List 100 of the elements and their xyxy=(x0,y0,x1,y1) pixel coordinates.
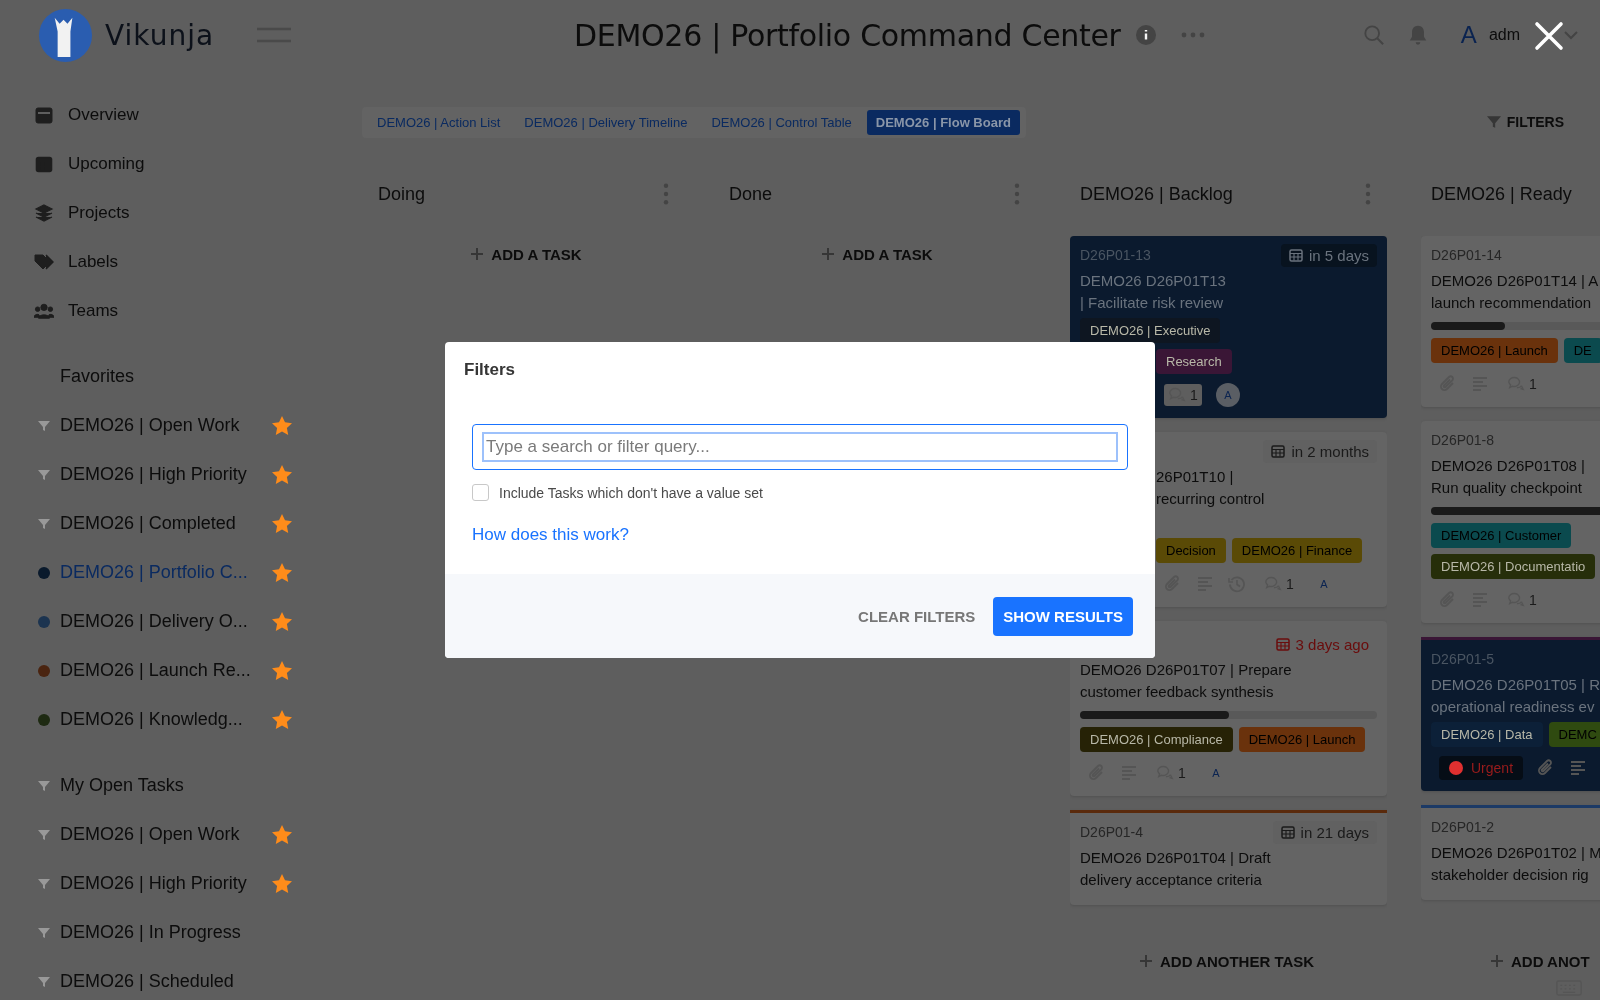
task-label: DEMC xyxy=(1548,722,1600,747)
sidebar-item[interactable]: DEMO26 | Scheduled xyxy=(0,957,340,1000)
nav-item[interactable]: Upcoming xyxy=(0,139,340,188)
sidebar-item[interactable]: DEMO26 | High Priority xyxy=(0,450,340,499)
sidebar-item[interactable]: DEMO26 | Launch Re... xyxy=(0,646,340,695)
add-task-button[interactable]: ADD ANOT xyxy=(1421,946,1600,976)
view-tab[interactable]: DEMO26 | Control Table xyxy=(702,109,861,135)
column-title[interactable]: Doing xyxy=(378,183,426,205)
section-title[interactable]: My Open Tasks xyxy=(60,775,184,796)
task-label: DEMO26 | Documentatio xyxy=(1431,554,1596,579)
comment-count: 1 xyxy=(1260,573,1298,595)
due-date: 3 days ago xyxy=(1267,632,1377,656)
plus-icon xyxy=(822,248,835,260)
task-label: DEMO26 | Data xyxy=(1431,722,1543,747)
star-icon[interactable] xyxy=(272,416,292,435)
brand-name: Vikunja xyxy=(105,18,215,52)
add-task-button[interactable]: ADD A TASK xyxy=(719,239,1036,269)
column-menu-icon[interactable] xyxy=(1365,183,1371,205)
help-link[interactable]: How does this work? xyxy=(472,525,629,545)
column-title[interactable]: Done xyxy=(729,183,773,205)
task-id: D26P01-4 xyxy=(1080,824,1144,840)
sidebar-item[interactable]: DEMO26 | Knowledg... xyxy=(0,695,340,744)
task-id: D26P01-2 xyxy=(1431,819,1495,835)
search-icon[interactable] xyxy=(1362,24,1385,46)
sidebar-item[interactable]: DEMO26 | Open Work xyxy=(0,810,340,859)
view-tab[interactable]: DEMO26 | Flow Board xyxy=(866,109,1020,135)
filter-icon xyxy=(1486,116,1501,128)
star-icon[interactable] xyxy=(272,874,292,893)
task-card[interactable]: D26P01-4 in 21 days DEMO26 D26P01T04 | Draft delivery acceptance criteria xyxy=(1070,810,1387,905)
task-label: DEMO26 | Executive xyxy=(1080,318,1221,343)
nav-item[interactable]: Labels xyxy=(0,237,340,286)
layers-icon xyxy=(34,203,54,222)
sidebar-item[interactable]: DEMO26 | High Priority xyxy=(0,859,340,908)
nav-item[interactable]: Overview xyxy=(0,90,340,139)
comment-count: 1 xyxy=(1503,589,1541,611)
close-icon[interactable] xyxy=(1534,21,1564,51)
filter-icon xyxy=(38,829,50,840)
logo-icon[interactable] xyxy=(38,7,93,63)
star-icon[interactable] xyxy=(272,465,292,484)
filter-icon xyxy=(38,976,50,987)
plus-icon xyxy=(471,248,484,260)
column-title[interactable]: DEMO26 | Backlog xyxy=(1080,183,1233,205)
checkbox[interactable] xyxy=(472,484,489,501)
add-task-button[interactable]: ADD A TASK xyxy=(368,239,685,269)
task-label: Research xyxy=(1156,349,1232,374)
task-title: DEMO26 D26P01T14 | A launch recommendation xyxy=(1431,271,1600,313)
task-title: DEMO26 D26P01T08 | Run quality checkpoint xyxy=(1431,456,1586,498)
sidebar-item[interactable]: DEMO26 | Delivery O... xyxy=(0,597,340,646)
add-task-button[interactable]: ADD ANOTHER TASK xyxy=(1070,946,1387,976)
view-tab[interactable]: DEMO26 | Delivery Timeline xyxy=(515,109,697,135)
task-title: DEMO26 D26P01T13 | Facilitate risk review xyxy=(1080,271,1227,313)
assignee-avatar: A xyxy=(1215,383,1240,407)
info-icon[interactable] xyxy=(1134,24,1157,46)
task-title: DEMO26 D26P01T02 | M stakeholder decision rig xyxy=(1431,843,1600,885)
checkbox-label[interactable]: Include Tasks which don't have a value set xyxy=(499,484,763,501)
filter-icon xyxy=(38,780,50,791)
sidebar-item[interactable]: DEMO26 | In Progress xyxy=(0,908,340,957)
nav-item[interactable]: Projects xyxy=(0,188,340,237)
sidebar-item[interactable]: DEMO26 | Portfolio C... xyxy=(0,548,340,597)
star-icon[interactable] xyxy=(272,514,292,533)
star-icon[interactable] xyxy=(272,710,292,729)
nav-item[interactable]: Teams xyxy=(0,286,340,335)
star-icon[interactable] xyxy=(272,825,292,844)
task-card[interactable]: 3 days ago DEMO26 D26P01T07 | Prepare customer feedback synthesis DEMO26 | Compliance DEMO26 | Launch 1 A xyxy=(1070,621,1387,796)
filter-icon xyxy=(38,878,50,889)
column-menu-icon[interactable] xyxy=(663,183,669,205)
section-title[interactable]: Favorites xyxy=(60,366,135,387)
chevron-down-icon[interactable] xyxy=(1564,30,1578,40)
filter-icon xyxy=(38,927,50,938)
user-avatar[interactable]: A xyxy=(1460,21,1477,49)
sidebar-item[interactable]: DEMO26 | Completed xyxy=(0,499,340,548)
task-card[interactable]: D26P01-8 DEMO26 D26P01T08 | Run quality checkpoint DEMO26 | Customer DEMO26 | Documentatio 1 xyxy=(1421,421,1600,623)
task-title: 26P01T10 | recurring control xyxy=(1156,467,1266,509)
task-label: DEMO26 | Finance xyxy=(1231,538,1363,563)
task-id: D26P01-14 xyxy=(1431,247,1502,263)
plus-icon xyxy=(1140,955,1152,967)
task-title: DEMO26 D26P01T05 | R operational readiness ev xyxy=(1431,675,1600,717)
filters-button[interactable]: FILTERS xyxy=(1480,113,1570,131)
tags-icon xyxy=(34,252,54,271)
sidebar-item[interactable]: DEMO26 | Open Work xyxy=(0,401,340,450)
user-name[interactable]: adm xyxy=(1488,26,1520,44)
star-icon[interactable] xyxy=(272,612,292,631)
clear-filters-button[interactable]: CLEAR FILTERS xyxy=(850,597,984,635)
priority-tag: Urgent xyxy=(1439,756,1524,780)
show-results-button[interactable]: SHOW RESULTS xyxy=(993,596,1133,636)
comment-count: 1 xyxy=(1152,762,1190,784)
star-icon[interactable] xyxy=(272,661,292,680)
task-card[interactable]: D26P01-5 DEMO26 D26P01T05 | R operational readiness ev DEMO26 | Data DEMC Urgent xyxy=(1421,637,1600,791)
task-card[interactable]: D26P01-2 DEMO26 D26P01T02 | M stakeholder decision rig xyxy=(1421,805,1600,900)
filter-query-field[interactable]: Type a search or filter query... xyxy=(472,424,1128,470)
star-icon[interactable] xyxy=(272,563,292,582)
task-id: D26P01-5 xyxy=(1431,651,1495,667)
task-card[interactable]: D26P01-14 DEMO26 D26P01T14 | A launch recommendation DEMO26 | Launch DE 1 xyxy=(1421,236,1600,407)
task-id: D26P01-13 xyxy=(1080,247,1151,263)
column-title[interactable]: DEMO26 | Ready xyxy=(1431,183,1572,205)
filter-icon xyxy=(38,420,50,431)
view-tab[interactable]: DEMO26 | Action List xyxy=(368,109,510,135)
more-icon[interactable] xyxy=(1180,32,1205,38)
column-menu-icon[interactable] xyxy=(1014,183,1020,205)
filter-icon xyxy=(38,518,50,529)
